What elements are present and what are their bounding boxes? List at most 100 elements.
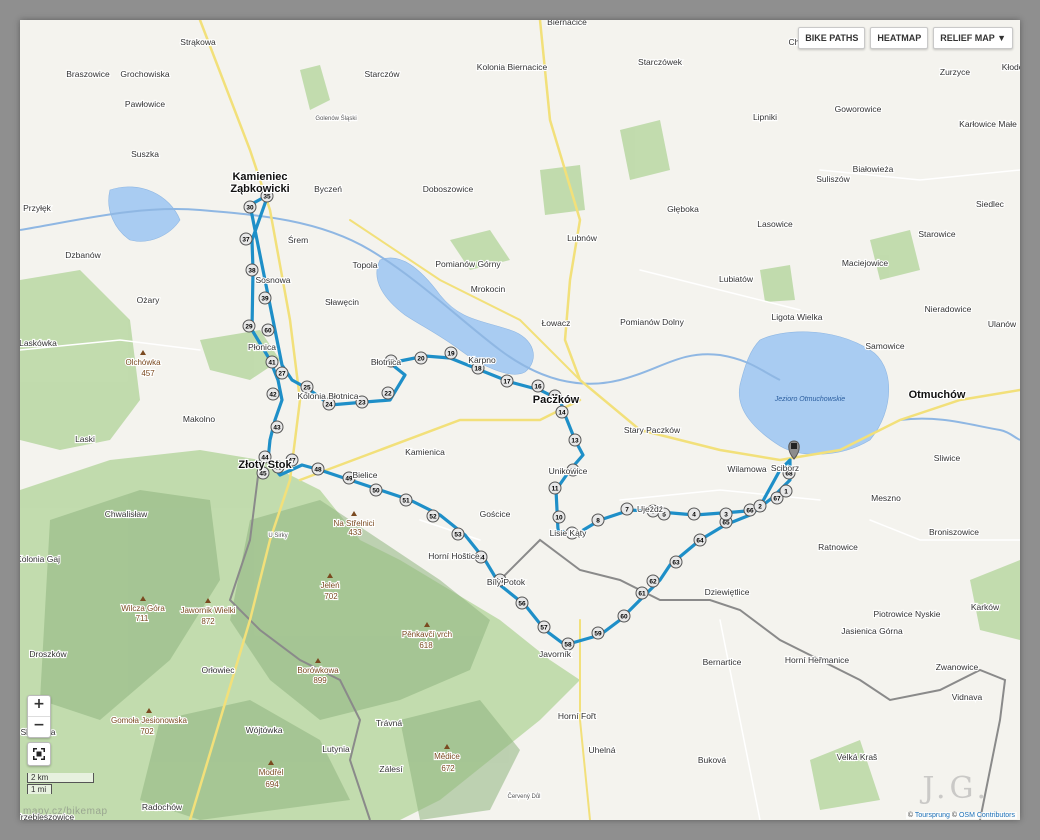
svg-text:4: 4 xyxy=(692,511,696,518)
route-node[interactable]: 17 xyxy=(500,374,514,388)
svg-text:39: 39 xyxy=(261,295,269,302)
place-label: Braszowice xyxy=(66,69,110,79)
route-node[interactable]: 62 xyxy=(646,574,660,588)
route-node[interactable]: 19 xyxy=(444,346,458,360)
place-label: Lisie Kąty xyxy=(550,528,588,538)
place-label: Kłodob xyxy=(1002,62,1020,72)
route-node[interactable]: 39 xyxy=(258,291,272,305)
route-node[interactable]: 7 xyxy=(620,502,634,516)
osm-link[interactable]: OSM Contributors xyxy=(959,812,1015,819)
svg-text:53: 53 xyxy=(454,531,462,538)
peak-label: Na Střelnici xyxy=(334,519,375,528)
svg-text:13: 13 xyxy=(571,437,579,444)
bike-paths-button[interactable]: BIKE PATHS xyxy=(798,27,866,49)
zoom-control: + − xyxy=(27,695,51,738)
place-label: Suszka xyxy=(131,149,159,159)
svg-text:20: 20 xyxy=(417,355,425,362)
place-label: Uhelná xyxy=(589,745,616,755)
place-label: Bílý Potok xyxy=(487,577,526,587)
watermark-right: J.G. xyxy=(922,771,990,806)
svg-text:60: 60 xyxy=(620,613,628,620)
svg-text:22: 22 xyxy=(384,390,392,397)
svg-text:52: 52 xyxy=(429,513,437,520)
place-label: Karków xyxy=(971,602,1000,612)
route-node[interactable]: 16 xyxy=(531,379,545,393)
route-node[interactable]: 41 xyxy=(265,355,279,369)
zoom-out-button[interactable]: − xyxy=(28,716,50,737)
svg-text:57: 57 xyxy=(540,624,548,631)
place-label: Zurzyce xyxy=(940,67,971,77)
route-node[interactable]: 42 xyxy=(266,387,280,401)
scale-bar: 2 km 1 mi xyxy=(27,773,94,794)
svg-text:3: 3 xyxy=(724,511,728,518)
peak-height: 694 xyxy=(265,780,279,789)
place-label: Sciborz xyxy=(771,463,799,473)
place-label: Kolonia Gaj xyxy=(20,554,60,564)
route-node[interactable]: 59 xyxy=(591,626,605,640)
route-node[interactable]: 4 xyxy=(687,507,701,521)
place-label: Mrokocin xyxy=(471,284,506,294)
svg-text:56: 56 xyxy=(518,600,526,607)
route-node[interactable]: 50 xyxy=(369,483,383,497)
route-node[interactable]: 57 xyxy=(537,620,551,634)
route-node[interactable]: 63 xyxy=(669,555,683,569)
route-node[interactable]: 3 xyxy=(719,507,733,521)
place-label: Suliszów xyxy=(816,174,850,184)
zoom-in-button[interactable]: + xyxy=(28,696,50,716)
relief-map-dropdown[interactable]: RELIEF MAP ▼ xyxy=(933,27,1013,49)
place-label: Jasienica Górna xyxy=(841,626,903,636)
peak-icon xyxy=(351,511,357,516)
svg-text:42: 42 xyxy=(269,391,277,398)
toursprung-link[interactable]: Toursprung xyxy=(915,812,950,819)
place-label: Kolonia Błotnica xyxy=(298,391,359,401)
route-node[interactable]: 22 xyxy=(381,386,395,400)
route-node[interactable]: 48 xyxy=(311,462,325,476)
route-node[interactable]: 60 xyxy=(617,609,631,623)
route-node[interactable]: 14 xyxy=(555,405,569,419)
route-node[interactable]: 61 xyxy=(635,586,649,600)
route-node[interactable]: 1 xyxy=(779,484,793,498)
svg-text:48: 48 xyxy=(314,466,322,473)
place-label: Lubiatów xyxy=(719,274,754,284)
scale-km: 2 km xyxy=(27,773,94,783)
route-node[interactable]: 30 xyxy=(243,200,257,214)
place-label: Otmuchów xyxy=(909,389,966,401)
route-node[interactable]: 64 xyxy=(693,533,707,547)
route-node[interactable]: 52 xyxy=(426,509,440,523)
route-node[interactable]: 56 xyxy=(515,596,529,610)
forest-areas xyxy=(20,65,1020,820)
place-label: Laskówka xyxy=(20,338,57,348)
route-node[interactable]: 37 xyxy=(239,232,253,246)
place-label: Byczeń xyxy=(314,184,342,194)
svg-text:23: 23 xyxy=(358,399,366,406)
route-node[interactable]: 27 xyxy=(275,366,289,380)
route-node[interactable]: 13 xyxy=(568,433,582,447)
svg-text:61: 61 xyxy=(638,590,646,597)
place-label: Orłowiec xyxy=(201,665,235,675)
map-canvas[interactable]: 30 35 37 38 39 29 60 41 27 42 43 44 45 4… xyxy=(20,20,1020,820)
place-label: Nieradowice xyxy=(925,304,972,314)
map-frame[interactable]: 30 35 37 38 39 29 60 41 27 42 43 44 45 4… xyxy=(20,20,1020,820)
place-label: Bielice xyxy=(352,470,377,480)
route-node[interactable]: 53 xyxy=(451,527,465,541)
route-node[interactable]: 8 xyxy=(591,513,605,527)
peak-label: Jeleń xyxy=(320,581,339,590)
svg-text:58: 58 xyxy=(564,641,572,648)
place-label: Karpno xyxy=(468,355,496,365)
place-label: Piotrowice Nyskie xyxy=(873,609,940,619)
place-label: Ulanów xyxy=(988,319,1017,329)
route-node[interactable]: 2 xyxy=(753,499,767,513)
place-label: Pomianów Dolny xyxy=(620,317,685,327)
fullscreen-button[interactable] xyxy=(27,742,51,766)
place-label: Dziewiętlice xyxy=(705,587,750,597)
peak-height: 702 xyxy=(140,727,154,736)
heatmap-button[interactable]: HEATMAP xyxy=(870,27,929,49)
svg-text:64: 64 xyxy=(696,537,704,544)
route-node[interactable]: 51 xyxy=(399,493,413,507)
route-node[interactable]: 29 xyxy=(242,319,256,333)
route-node[interactable]: 60 xyxy=(261,323,275,337)
route-node[interactable]: 20 xyxy=(414,351,428,365)
route-node[interactable]: 11 xyxy=(548,481,562,495)
route-node[interactable]: 43 xyxy=(270,420,284,434)
route-node[interactable]: 10 xyxy=(552,510,566,524)
